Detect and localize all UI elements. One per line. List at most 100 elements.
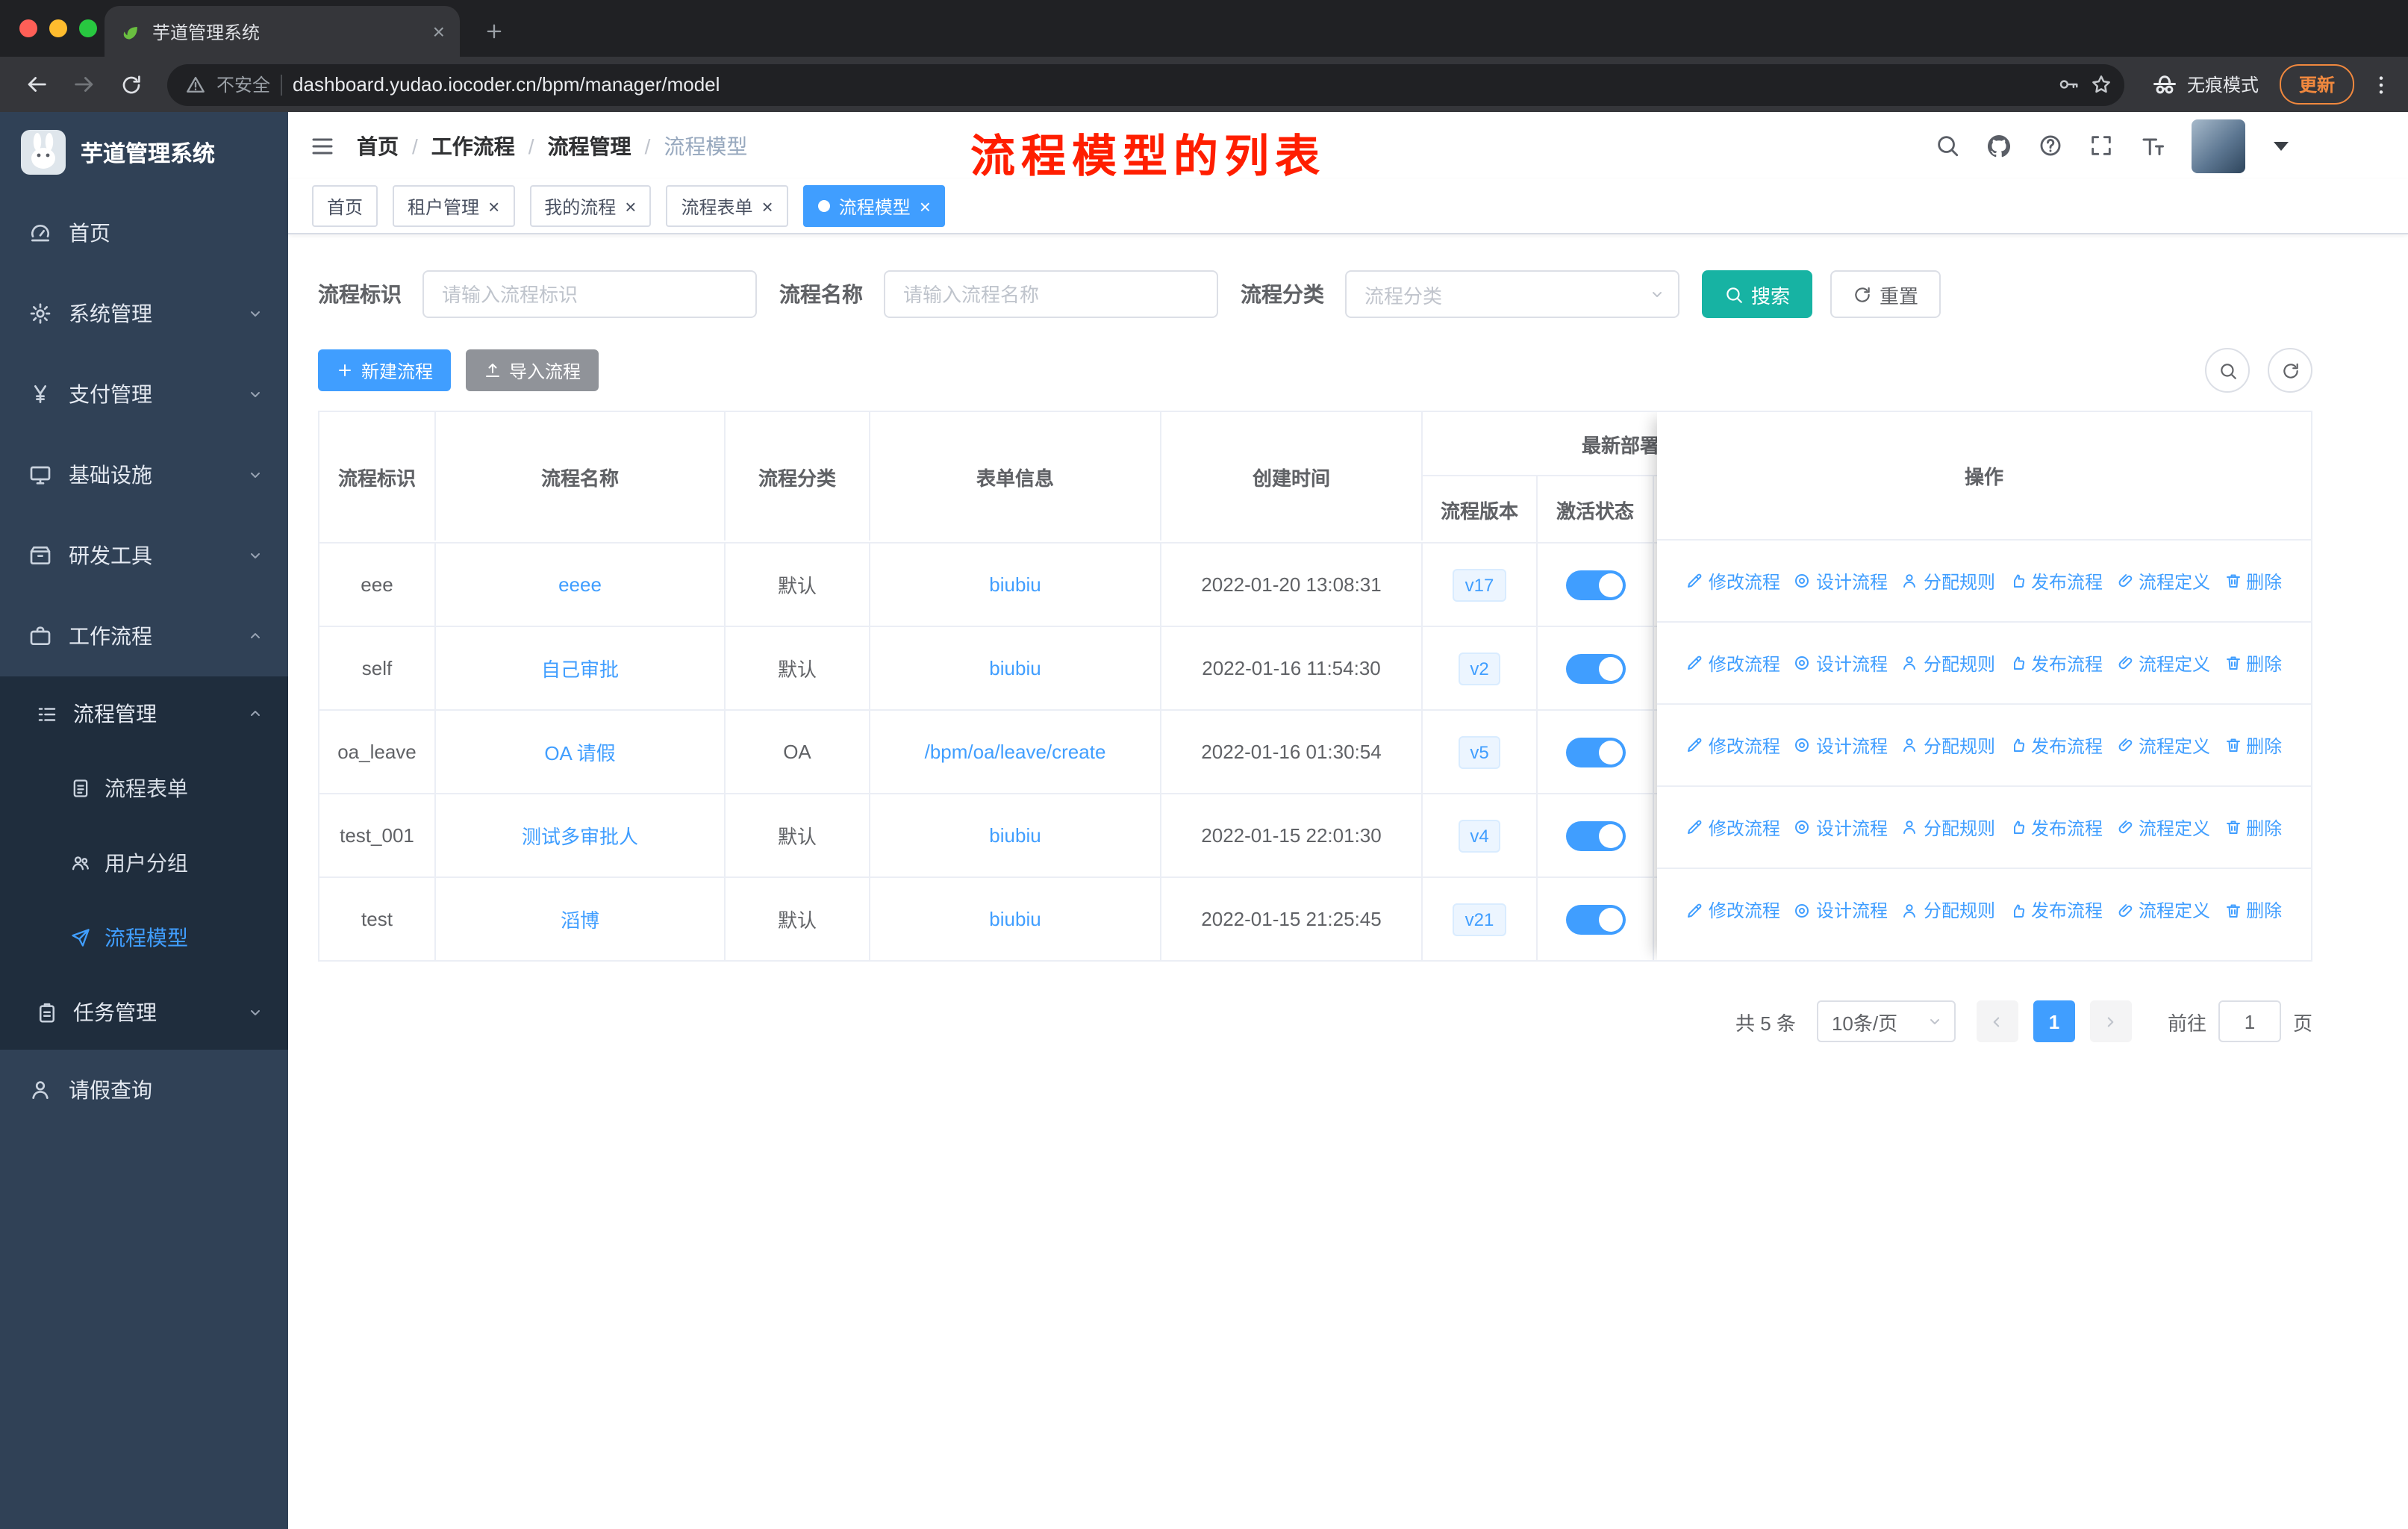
process-name-link[interactable]: eeee xyxy=(558,573,602,596)
user-avatar[interactable] xyxy=(2192,119,2245,172)
action-definition[interactable]: 流程定义 xyxy=(2116,815,2210,840)
form-info-link[interactable]: biubiu xyxy=(989,824,1041,847)
action-modify[interactable]: 修改流程 xyxy=(1686,568,1780,594)
prev-page-button[interactable] xyxy=(1976,1000,2018,1042)
collapse-sidebar-button[interactable] xyxy=(309,132,336,159)
search-button[interactable]: 搜索 xyxy=(1702,270,1813,318)
tab-close-icon[interactable]: × xyxy=(433,21,445,42)
action-definition[interactable]: 流程定义 xyxy=(2116,897,2210,923)
action-assign-rule[interactable]: 分配规则 xyxy=(1901,732,1995,758)
action-design[interactable]: 设计流程 xyxy=(1794,650,1888,676)
action-design[interactable]: 设计流程 xyxy=(1794,897,1888,923)
form-info-link[interactable]: biubiu xyxy=(989,657,1041,679)
action-assign-rule[interactable]: 分配规则 xyxy=(1901,650,1995,676)
goto-page-input[interactable] xyxy=(2218,1000,2281,1042)
minimize-window-button[interactable] xyxy=(49,19,67,37)
close-icon[interactable]: × xyxy=(920,196,931,216)
import-process-button[interactable]: 导入流程 xyxy=(466,349,599,391)
action-modify[interactable]: 修改流程 xyxy=(1686,897,1780,923)
tag-process-model[interactable]: 流程模型 × xyxy=(802,185,946,227)
reset-button[interactable]: 重置 xyxy=(1830,270,1941,318)
page-size-select[interactable]: 10条/页 xyxy=(1816,1000,1956,1042)
show-search-button[interactable] xyxy=(2205,348,2250,393)
close-icon[interactable]: × xyxy=(488,196,499,216)
tag-home[interactable]: 首页 xyxy=(312,185,378,227)
sidebar-item-system[interactable]: 系统管理 xyxy=(0,273,288,354)
action-publish[interactable]: 发布流程 xyxy=(2009,732,2103,758)
help-button[interactable] xyxy=(2038,133,2063,158)
action-modify[interactable]: 修改流程 xyxy=(1686,732,1780,758)
sidebar-item-home[interactable]: 首页 xyxy=(0,193,288,273)
tag-process-form[interactable]: 流程表单 × xyxy=(666,185,788,227)
action-design[interactable]: 设计流程 xyxy=(1794,815,1888,840)
breadcrumb-process-management[interactable]: 流程管理 xyxy=(548,131,631,161)
github-button[interactable] xyxy=(1986,132,2012,159)
action-delete[interactable]: 删除 xyxy=(2224,732,2282,758)
logo[interactable]: 芋道管理系统 xyxy=(0,112,288,193)
action-assign-rule[interactable]: 分配规则 xyxy=(1901,815,1995,840)
font-size-button[interactable] xyxy=(2139,132,2166,159)
tag-my-process[interactable]: 我的流程 × xyxy=(529,185,652,227)
action-publish[interactable]: 发布流程 xyxy=(2009,650,2103,676)
action-definition[interactable]: 流程定义 xyxy=(2116,568,2210,594)
breadcrumb-home[interactable]: 首页 xyxy=(357,131,399,161)
bookmark-button[interactable] xyxy=(2090,73,2112,96)
form-info-link[interactable]: biubiu xyxy=(989,908,1041,930)
action-delete[interactable]: 删除 xyxy=(2224,815,2282,840)
address-bar[interactable]: 不安全 dashboard.yudao.iocoder.cn/bpm/manag… xyxy=(167,63,2124,105)
browser-tab[interactable]: 芋道管理系统 × xyxy=(105,6,460,57)
action-delete[interactable]: 删除 xyxy=(2224,568,2282,594)
zoom-window-button[interactable] xyxy=(79,19,97,37)
active-toggle[interactable] xyxy=(1565,737,1625,767)
category-select[interactable]: 流程分类 xyxy=(1345,270,1679,318)
process-id-input[interactable] xyxy=(422,270,757,318)
fullscreen-button[interactable] xyxy=(2089,133,2114,158)
active-toggle[interactable] xyxy=(1565,570,1625,600)
action-assign-rule[interactable]: 分配规则 xyxy=(1901,897,1995,923)
sidebar-item-devtools[interactable]: 研发工具 xyxy=(0,515,288,596)
action-modify[interactable]: 修改流程 xyxy=(1686,815,1780,840)
breadcrumb-workflow[interactable]: 工作流程 xyxy=(431,131,515,161)
header-search-button[interactable] xyxy=(1935,133,1960,158)
action-publish[interactable]: 发布流程 xyxy=(2009,897,2103,923)
action-publish[interactable]: 发布流程 xyxy=(2009,568,2103,594)
password-key-button[interactable] xyxy=(2057,73,2080,96)
process-name-link[interactable]: OA 请假 xyxy=(544,738,615,766)
refresh-table-button[interactable] xyxy=(2268,348,2312,393)
caret-down-icon[interactable] xyxy=(2274,141,2289,150)
reload-button[interactable] xyxy=(110,63,152,105)
close-window-button[interactable] xyxy=(19,19,37,37)
close-icon[interactable]: × xyxy=(625,196,636,216)
process-name-link[interactable]: 滔博 xyxy=(561,905,599,933)
process-name-link[interactable]: 自己审批 xyxy=(541,654,619,682)
back-button[interactable] xyxy=(15,63,57,105)
sidebar-item-leave-query[interactable]: 请假查询 xyxy=(0,1050,288,1130)
sidebar-item-user-group[interactable]: 用户分组 xyxy=(0,826,288,900)
sidebar-item-payment[interactable]: 支付管理 xyxy=(0,354,288,435)
form-info-link[interactable]: biubiu xyxy=(989,573,1041,596)
process-name-input[interactable] xyxy=(884,270,1218,318)
sidebar-item-task-management[interactable]: 任务管理 xyxy=(0,975,288,1050)
sidebar-item-process-form[interactable]: 流程表单 xyxy=(0,751,288,826)
action-assign-rule[interactable]: 分配规则 xyxy=(1901,568,1995,594)
action-modify[interactable]: 修改流程 xyxy=(1686,650,1780,676)
active-toggle[interactable] xyxy=(1565,653,1625,683)
action-design[interactable]: 设计流程 xyxy=(1794,732,1888,758)
create-process-button[interactable]: 新建流程 xyxy=(318,349,452,391)
sidebar-item-process-management[interactable]: 流程管理 xyxy=(0,676,288,751)
action-definition[interactable]: 流程定义 xyxy=(2116,732,2210,758)
page-1-button[interactable]: 1 xyxy=(2033,1000,2075,1042)
action-delete[interactable]: 删除 xyxy=(2224,897,2282,923)
sidebar-item-infrastructure[interactable]: 基础设施 xyxy=(0,435,288,515)
active-toggle[interactable] xyxy=(1565,904,1625,934)
process-name-link[interactable]: 测试多审批人 xyxy=(522,821,638,850)
update-button[interactable]: 更新 xyxy=(2279,64,2354,105)
browser-menu-button[interactable] xyxy=(2369,72,2393,96)
forward-button[interactable] xyxy=(63,63,105,105)
new-tab-button[interactable] xyxy=(475,12,514,51)
close-icon[interactable]: × xyxy=(762,196,773,216)
action-publish[interactable]: 发布流程 xyxy=(2009,815,2103,840)
next-page-button[interactable] xyxy=(2089,1000,2132,1042)
sidebar-item-workflow[interactable]: 工作流程 xyxy=(0,596,288,676)
sidebar-item-process-model[interactable]: 流程模型 xyxy=(0,900,288,975)
